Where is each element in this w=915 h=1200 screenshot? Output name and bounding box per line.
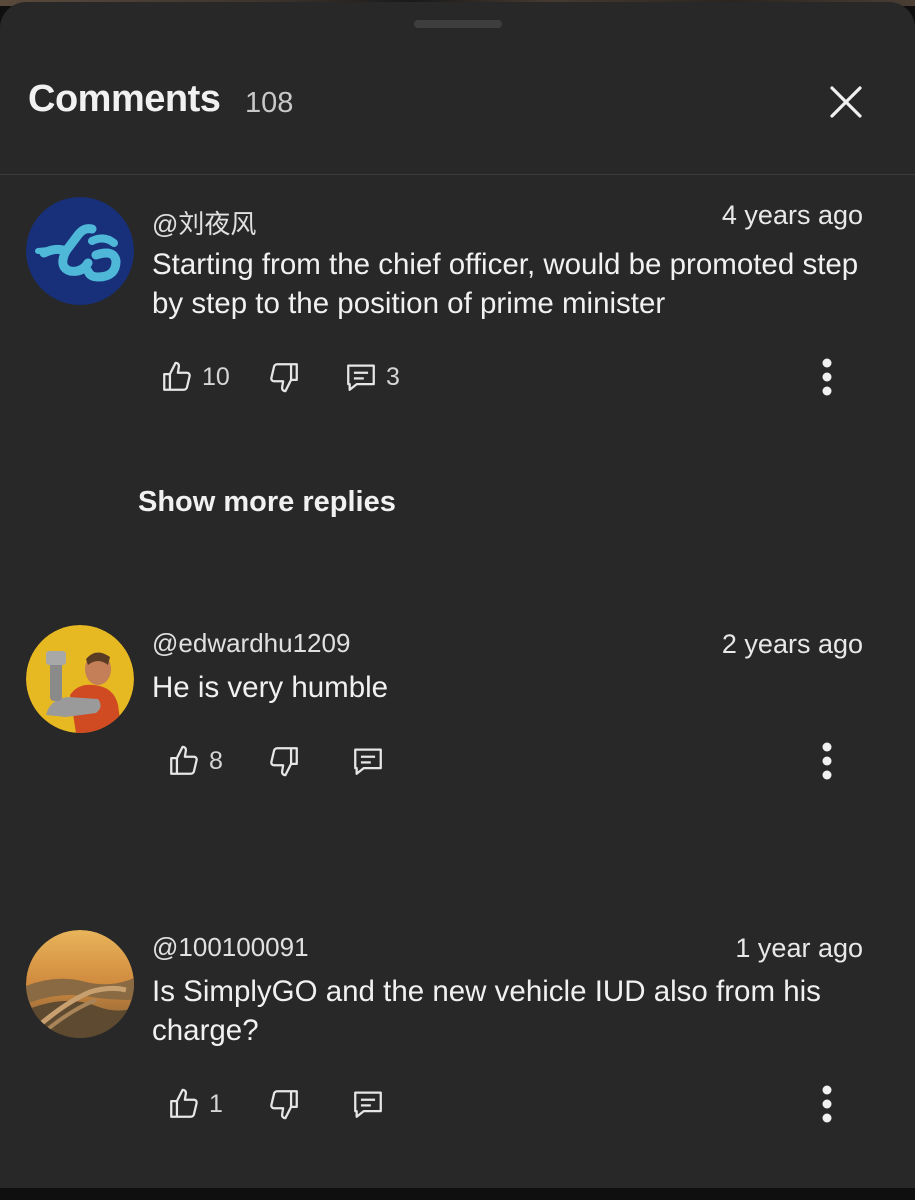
like-button[interactable]: 1 <box>167 1080 223 1128</box>
thumbs-down-icon <box>270 1090 298 1120</box>
like-count: 10 <box>202 362 230 391</box>
like-button[interactable]: 8 <box>167 737 223 785</box>
comment-icon <box>354 748 382 775</box>
dislike-button[interactable] <box>267 737 301 785</box>
comment-actions: 1 <box>152 1080 872 1128</box>
comment-author[interactable]: @edwardhu1209 <box>152 628 350 659</box>
reply-count: 3 <box>386 362 400 391</box>
comment-author[interactable]: @100100091 <box>152 932 309 963</box>
comment-timestamp: 1 year ago <box>735 933 863 963</box>
comment-text: Is SimplyGO and the new vehicle IUD also… <box>152 975 821 1047</box>
like-button[interactable]: 10 <box>160 353 230 401</box>
show-more-replies-button[interactable]: Show more replies <box>138 486 396 519</box>
avatar[interactable] <box>26 625 134 733</box>
comments-header: Comments 108 <box>0 62 915 142</box>
thumbs-up-icon <box>170 1088 198 1118</box>
comments-title: Comments <box>28 78 221 120</box>
comment-icon <box>354 1091 382 1118</box>
close-button[interactable] <box>818 74 874 130</box>
avatar[interactable] <box>26 197 134 305</box>
comment-icon <box>347 364 375 391</box>
comment-actions: 8 <box>152 737 872 785</box>
comment-timestamp: 2 years ago <box>721 629 863 659</box>
dislike-button[interactable] <box>267 1080 301 1128</box>
comments-sheet: Comments 108 @刘夜风 4 years ago Starting f… <box>0 2 915 1188</box>
thumbs-up-icon <box>163 361 191 391</box>
reply-button[interactable] <box>351 737 385 785</box>
like-count: 8 <box>209 746 223 775</box>
close-icon <box>830 86 862 118</box>
thumbs-up-icon <box>170 745 198 775</box>
more-vertical-icon <box>822 1085 832 1123</box>
avatar-jsc-logo-icon <box>26 197 134 305</box>
avatar-armor-figure-icon <box>26 625 134 733</box>
comment-menu-button[interactable] <box>807 737 847 785</box>
comment-timestamp: 4 years ago <box>721 200 863 230</box>
reply-button[interactable]: 3 <box>344 353 400 401</box>
comment-menu-button[interactable] <box>807 1080 847 1128</box>
thumbs-down-icon <box>270 747 298 777</box>
avatar[interactable] <box>26 930 134 1038</box>
drag-handle[interactable] <box>414 20 502 28</box>
dislike-button[interactable] <box>267 353 301 401</box>
comment-author[interactable]: @刘夜风 <box>152 204 256 241</box>
comment-text: He is very humble <box>152 671 389 704</box>
comment-menu-button[interactable] <box>807 353 847 401</box>
like-count: 1 <box>209 1089 223 1118</box>
more-vertical-icon <box>822 358 832 396</box>
more-vertical-icon <box>822 742 832 780</box>
comment-actions: 10 3 <box>152 353 872 401</box>
bottom-edge <box>0 1188 915 1200</box>
comment-text: Starting from the chief officer, would b… <box>152 248 859 320</box>
avatar-great-wall-photo-icon <box>26 930 134 1038</box>
comments-count: 108 <box>245 87 294 119</box>
thumbs-down-icon <box>270 363 298 393</box>
header-divider <box>0 174 915 175</box>
reply-button[interactable] <box>351 1080 385 1128</box>
